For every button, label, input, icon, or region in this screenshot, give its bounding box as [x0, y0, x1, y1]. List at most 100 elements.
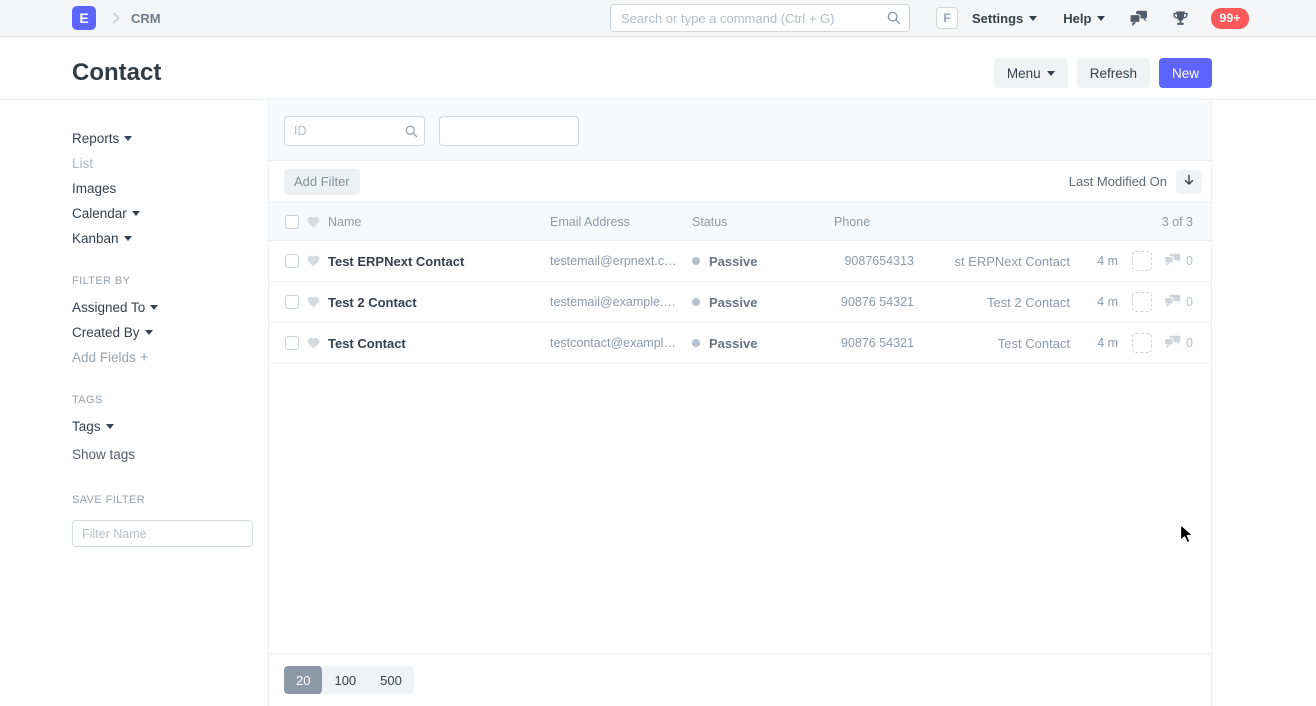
page-size-100[interactable]: 100 — [322, 666, 368, 694]
sidebar-item-list[interactable]: List — [72, 156, 255, 171]
heart-icon[interactable] — [306, 214, 322, 229]
table-row[interactable]: Test 2 Contact testemail@example.… Passi… — [269, 282, 1211, 323]
column-header-name[interactable]: Name — [328, 215, 550, 229]
chevron-down-icon — [1047, 71, 1055, 76]
status-dot-icon — [692, 257, 700, 265]
page-size-selector: 20 100 500 — [284, 666, 414, 694]
heart-icon[interactable] — [306, 295, 322, 310]
row-status: Passive — [692, 295, 834, 310]
page-size-500[interactable]: 500 — [368, 666, 414, 694]
images-label: Images — [72, 181, 116, 196]
row-modified-time: 4 m — [1088, 295, 1118, 309]
comment-count-group: 0 — [1164, 253, 1193, 270]
status-header-label: Status — [692, 215, 727, 229]
row-phone: 90876 54321 — [834, 336, 914, 350]
sort-direction-button[interactable] — [1176, 170, 1202, 194]
chevron-down-icon — [124, 136, 132, 141]
reports-label: Reports — [72, 131, 119, 146]
tags-label: Tags — [72, 419, 101, 434]
row-email: testcontact@exampl… — [550, 336, 682, 350]
heart-icon[interactable] — [306, 254, 322, 269]
list-view: Add Filter Last Modified On Name Email A… — [268, 100, 1212, 706]
row-name-link[interactable]: Test Contact — [328, 336, 550, 351]
status-dot-icon — [692, 298, 700, 306]
row-email: testemail@erpnext.c… — [550, 254, 682, 268]
chevron-down-icon — [150, 305, 158, 310]
breadcrumb[interactable]: CRM — [131, 11, 161, 26]
new-label: New — [1172, 66, 1199, 81]
chevron-down-icon — [145, 330, 153, 335]
column-header-phone[interactable]: Phone — [834, 215, 914, 229]
status-label: Passive — [709, 295, 757, 310]
filter-by-heading: FILTER BY — [72, 275, 255, 287]
show-tags-button[interactable]: Show tags — [72, 447, 255, 462]
secondary-filter-input[interactable] — [439, 116, 579, 146]
assign-add-box[interactable] — [1132, 333, 1152, 353]
chat-bubbles-icon[interactable] — [1129, 10, 1148, 27]
select-all-checkbox[interactable] — [285, 215, 299, 229]
search-icon — [886, 10, 902, 31]
status-label: Passive — [709, 254, 757, 269]
add-fields-button[interactable]: Add Fields+ — [72, 350, 255, 365]
row-meta: Test Contact 4 m 0 — [998, 333, 1211, 353]
row-checkbox[interactable] — [285, 254, 299, 268]
navbar: E CRM F Settings Help 99+ — [0, 0, 1316, 37]
page-size-20[interactable]: 20 — [284, 666, 322, 694]
column-header-email[interactable]: Email Address — [550, 215, 682, 229]
global-search[interactable] — [610, 4, 910, 32]
new-button[interactable]: New — [1159, 58, 1212, 88]
column-header-status[interactable]: Status — [692, 215, 834, 229]
row-email: testemail@example.… — [550, 295, 682, 309]
chevron-down-icon — [124, 236, 132, 241]
user-avatar[interactable]: F — [936, 7, 958, 29]
comment-count: 0 — [1186, 336, 1193, 350]
row-name-link[interactable]: Test ERPNext Contact — [328, 254, 550, 269]
row-meta: Test 2 Contact 4 m 0 — [987, 292, 1211, 312]
heart-icon[interactable] — [306, 336, 322, 351]
help-label: Help — [1063, 11, 1091, 26]
row-modified-time: 4 m — [1088, 254, 1118, 268]
refresh-button[interactable]: Refresh — [1077, 58, 1150, 88]
sidebar-item-assigned-to[interactable]: Assigned To — [72, 300, 255, 315]
arrow-down-icon — [1182, 173, 1196, 190]
list-rows: Test ERPNext Contact testemail@erpnext.c… — [269, 241, 1211, 364]
row-doc-title: Test Contact — [998, 336, 1070, 351]
refresh-label: Refresh — [1090, 66, 1137, 81]
app-logo[interactable]: E — [72, 6, 96, 30]
created-by-label: Created By — [72, 325, 140, 340]
help-menu[interactable]: Help — [1063, 11, 1105, 26]
comment-count-group: 0 — [1164, 294, 1193, 311]
sidebar-item-created-by[interactable]: Created By — [72, 325, 255, 340]
row-checkbox[interactable] — [285, 336, 299, 350]
assign-add-box[interactable] — [1132, 251, 1152, 271]
chevron-down-icon — [132, 211, 140, 216]
table-row[interactable]: Test ERPNext Contact testemail@erpnext.c… — [269, 241, 1211, 282]
sidebar: Reports List Images Calendar Kanban FILT… — [72, 100, 255, 547]
notification-badge[interactable]: 99+ — [1211, 8, 1248, 29]
comment-bubbles-icon — [1164, 335, 1181, 352]
sidebar-item-tags[interactable]: Tags — [72, 419, 255, 434]
sort-field-label[interactable]: Last Modified On — [1069, 174, 1167, 189]
sidebar-item-kanban[interactable]: Kanban — [72, 231, 255, 246]
search-input[interactable] — [610, 4, 910, 32]
row-status: Passive — [692, 336, 834, 351]
chevron-down-icon — [1097, 16, 1105, 21]
add-filter-button[interactable]: Add Filter — [284, 169, 360, 195]
assign-add-box[interactable] — [1132, 292, 1152, 312]
row-doc-title: st ERPNext Contact — [954, 254, 1070, 269]
sidebar-item-images[interactable]: Images — [72, 181, 255, 196]
list-header-row: Name Email Address Status Phone 3 of 3 — [269, 203, 1211, 241]
trophy-icon[interactable] — [1172, 10, 1189, 27]
sidebar-item-reports[interactable]: Reports — [72, 131, 255, 146]
filter-name-input[interactable] — [72, 520, 253, 547]
row-phone: 9087654313 — [834, 254, 914, 268]
plus-icon: + — [140, 349, 149, 366]
menu-button[interactable]: Menu — [994, 58, 1068, 88]
comment-count: 0 — [1186, 254, 1193, 268]
settings-menu[interactable]: Settings — [972, 11, 1037, 26]
sidebar-item-calendar[interactable]: Calendar — [72, 206, 255, 221]
row-checkbox[interactable] — [285, 295, 299, 309]
calendar-label: Calendar — [72, 206, 127, 221]
row-name-link[interactable]: Test 2 Contact — [328, 295, 550, 310]
table-row[interactable]: Test Contact testcontact@exampl… Passive… — [269, 323, 1211, 364]
